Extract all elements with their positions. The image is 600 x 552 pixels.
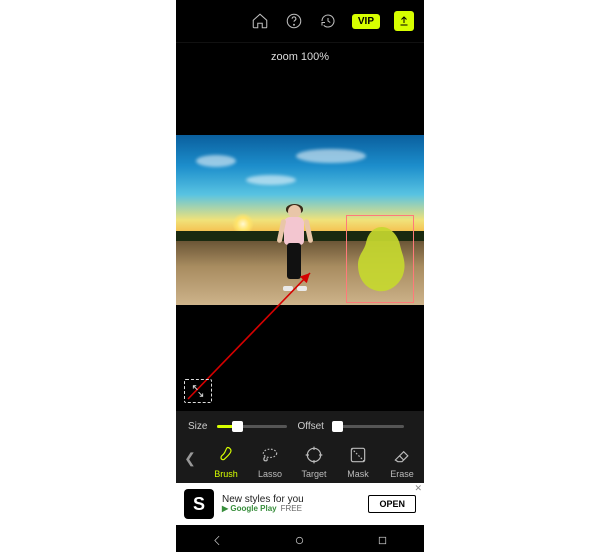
tool-label: Mask bbox=[347, 469, 369, 479]
zoom-label: zoom 100% bbox=[176, 43, 424, 71]
export-button[interactable] bbox=[394, 11, 414, 31]
target-icon bbox=[303, 444, 325, 466]
ad-subtitle: ▶ Google PlayFREE bbox=[222, 505, 360, 514]
edit-canvas[interactable] bbox=[176, 71, 424, 411]
ad-open-button[interactable]: OPEN bbox=[368, 495, 416, 513]
home-icon[interactable] bbox=[250, 11, 270, 31]
lasso-icon bbox=[259, 444, 281, 466]
tool-lasso[interactable]: Lasso bbox=[248, 444, 292, 479]
fit-screen-button[interactable] bbox=[184, 379, 212, 403]
offset-slider[interactable] bbox=[334, 425, 404, 428]
phone-frame: VIP zoom 100% bbox=[176, 0, 424, 533]
history-icon[interactable] bbox=[318, 11, 338, 31]
nav-home-icon[interactable] bbox=[293, 534, 306, 552]
photo bbox=[176, 135, 424, 305]
tool-brush[interactable]: Brush bbox=[204, 444, 248, 479]
tool-label: Lasso bbox=[258, 469, 282, 479]
subject-person bbox=[280, 205, 310, 291]
ad-banner[interactable]: S New styles for you ▶ Google PlayFREE O… bbox=[176, 483, 424, 525]
back-button[interactable]: ❮ bbox=[176, 444, 204, 467]
app-top-bar: VIP bbox=[176, 0, 424, 43]
ad-app-icon: S bbox=[184, 489, 214, 519]
nav-recent-icon[interactable] bbox=[376, 534, 389, 552]
tool-label: Target bbox=[301, 469, 326, 479]
tool-label: Brush bbox=[214, 469, 238, 479]
system-nav-bar bbox=[176, 533, 424, 552]
tool-strip: ❮ Brush Lasso Target Mask Erase bbox=[176, 438, 424, 483]
ad-close-icon[interactable]: ✕ bbox=[414, 483, 422, 494]
slider-row: Size Offset bbox=[176, 411, 424, 438]
erase-icon bbox=[391, 444, 413, 466]
mask-icon bbox=[347, 444, 369, 466]
tool-erase[interactable]: Erase bbox=[380, 444, 424, 479]
tool-mask[interactable]: Mask bbox=[336, 444, 380, 479]
tool-label: Erase bbox=[390, 469, 414, 479]
offset-label: Offset bbox=[297, 421, 324, 432]
nav-back-icon[interactable] bbox=[211, 534, 224, 552]
brush-mask-overlay bbox=[352, 221, 408, 295]
size-label: Size bbox=[188, 421, 207, 432]
help-icon[interactable] bbox=[284, 11, 304, 31]
tool-target[interactable]: Target bbox=[292, 444, 336, 479]
offset-slider-thumb[interactable] bbox=[332, 421, 343, 432]
size-slider-thumb[interactable] bbox=[232, 421, 243, 432]
brush-icon bbox=[215, 444, 237, 466]
vip-badge[interactable]: VIP bbox=[352, 14, 380, 29]
size-slider[interactable] bbox=[217, 425, 287, 428]
